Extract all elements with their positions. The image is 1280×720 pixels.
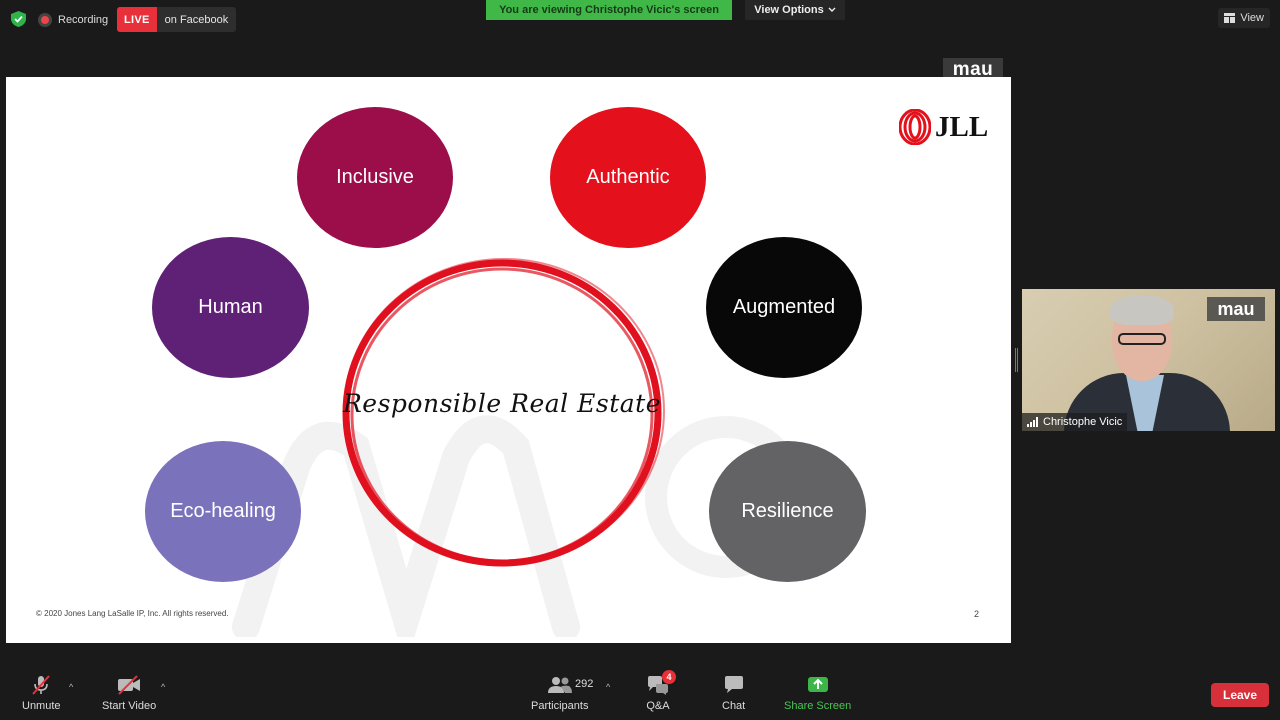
video-off-icon [118, 675, 141, 695]
top-bar: Recording LIVE on Facebook You are viewi… [0, 0, 1280, 40]
bubble-human: Human [152, 237, 309, 378]
participant-video-tile[interactable]: mau Christophe Vicic [1022, 289, 1275, 431]
qa-icon-wrap: 4 [646, 670, 676, 696]
signal-strength-icon [1027, 417, 1038, 427]
share-screen-button[interactable]: Share Screen [784, 674, 851, 712]
live-badge: LIVE [117, 7, 157, 32]
participant-name: Christophe Vicic [1043, 416, 1123, 428]
chevron-down-icon [828, 7, 836, 12]
view-button[interactable]: View [1218, 8, 1270, 28]
bubble-authentic: Authentic [550, 107, 706, 248]
copyright-text: © 2020 Jones Lang LaSalle IP, Inc. All r… [36, 609, 229, 618]
live-destination: on Facebook [164, 13, 229, 26]
live-stream-indicator[interactable]: LIVE on Facebook [117, 7, 237, 32]
participants-count: 292 [575, 678, 594, 690]
bubble-label: Human [198, 296, 263, 318]
muted-microphone-icon [32, 675, 51, 695]
chat-label: Chat [722, 700, 746, 712]
bubble-label: Authentic [586, 166, 670, 188]
jll-emblem-icon [899, 109, 931, 145]
jll-logo-text: JLL [935, 110, 989, 143]
qa-badge: 4 [662, 670, 676, 684]
viewing-screen-banner: You are viewing Christophe Vicic's scree… [486, 0, 732, 20]
unmute-label: Unmute [22, 700, 61, 712]
meeting-toolbar: Unmute ^ Start Video ^ Participants 292 … [0, 664, 1280, 720]
bubble-label: Eco-healing [170, 500, 276, 522]
video-options-caret-icon[interactable]: ^ [161, 682, 165, 692]
shared-slide: Inclusive Authentic Human Augmented Eco-… [6, 77, 1011, 643]
page-number: 2 [974, 609, 980, 619]
bubble-eco-healing: Eco-healing [145, 441, 301, 582]
bubble-label: Resilience [741, 500, 834, 522]
chat-button[interactable]: Chat [722, 674, 745, 712]
bubble-resilience: Resilience [709, 441, 866, 582]
participants-label: Participants [531, 700, 589, 712]
participants-caret-icon[interactable]: ^ [606, 682, 610, 692]
bubble-augmented: Augmented [706, 237, 862, 378]
qa-button[interactable]: 4 Q&A [646, 670, 676, 712]
start-video-button[interactable]: Start Video [102, 674, 156, 712]
grid-view-icon [1224, 13, 1236, 23]
share-screen-icon [807, 677, 828, 692]
recording-indicator[interactable]: Recording [38, 8, 108, 32]
jll-logo: JLL [899, 107, 988, 147]
view-options-label: View Options [754, 4, 824, 16]
participant-name-label: Christophe Vicic [1022, 413, 1128, 431]
share-screen-label: Share Screen [784, 700, 852, 712]
view-label: View [1240, 12, 1264, 24]
leave-button[interactable]: Leave [1211, 683, 1269, 707]
speaker-glasses [1118, 333, 1166, 345]
center-title: Responsible Real Estate [342, 389, 661, 418]
recording-icon [38, 13, 52, 27]
start-video-label: Start Video [102, 700, 157, 712]
video-watermark-tag: mau [1207, 297, 1265, 321]
encryption-shield-icon[interactable] [11, 11, 26, 27]
resize-handle[interactable] [1015, 348, 1018, 372]
bubble-label: Inclusive [336, 166, 414, 188]
recording-label: Recording [58, 14, 109, 26]
chat-bubble-icon [724, 676, 743, 693]
qa-label: Q&A [646, 700, 670, 712]
bubble-label: Augmented [732, 296, 836, 318]
audio-options-caret-icon[interactable]: ^ [69, 682, 73, 692]
bubble-inclusive: Inclusive [297, 107, 453, 248]
unmute-button[interactable]: Unmute [22, 674, 61, 712]
speaker-hair [1110, 295, 1174, 325]
participants-icon [547, 677, 572, 693]
view-options-button[interactable]: View Options [745, 0, 845, 20]
